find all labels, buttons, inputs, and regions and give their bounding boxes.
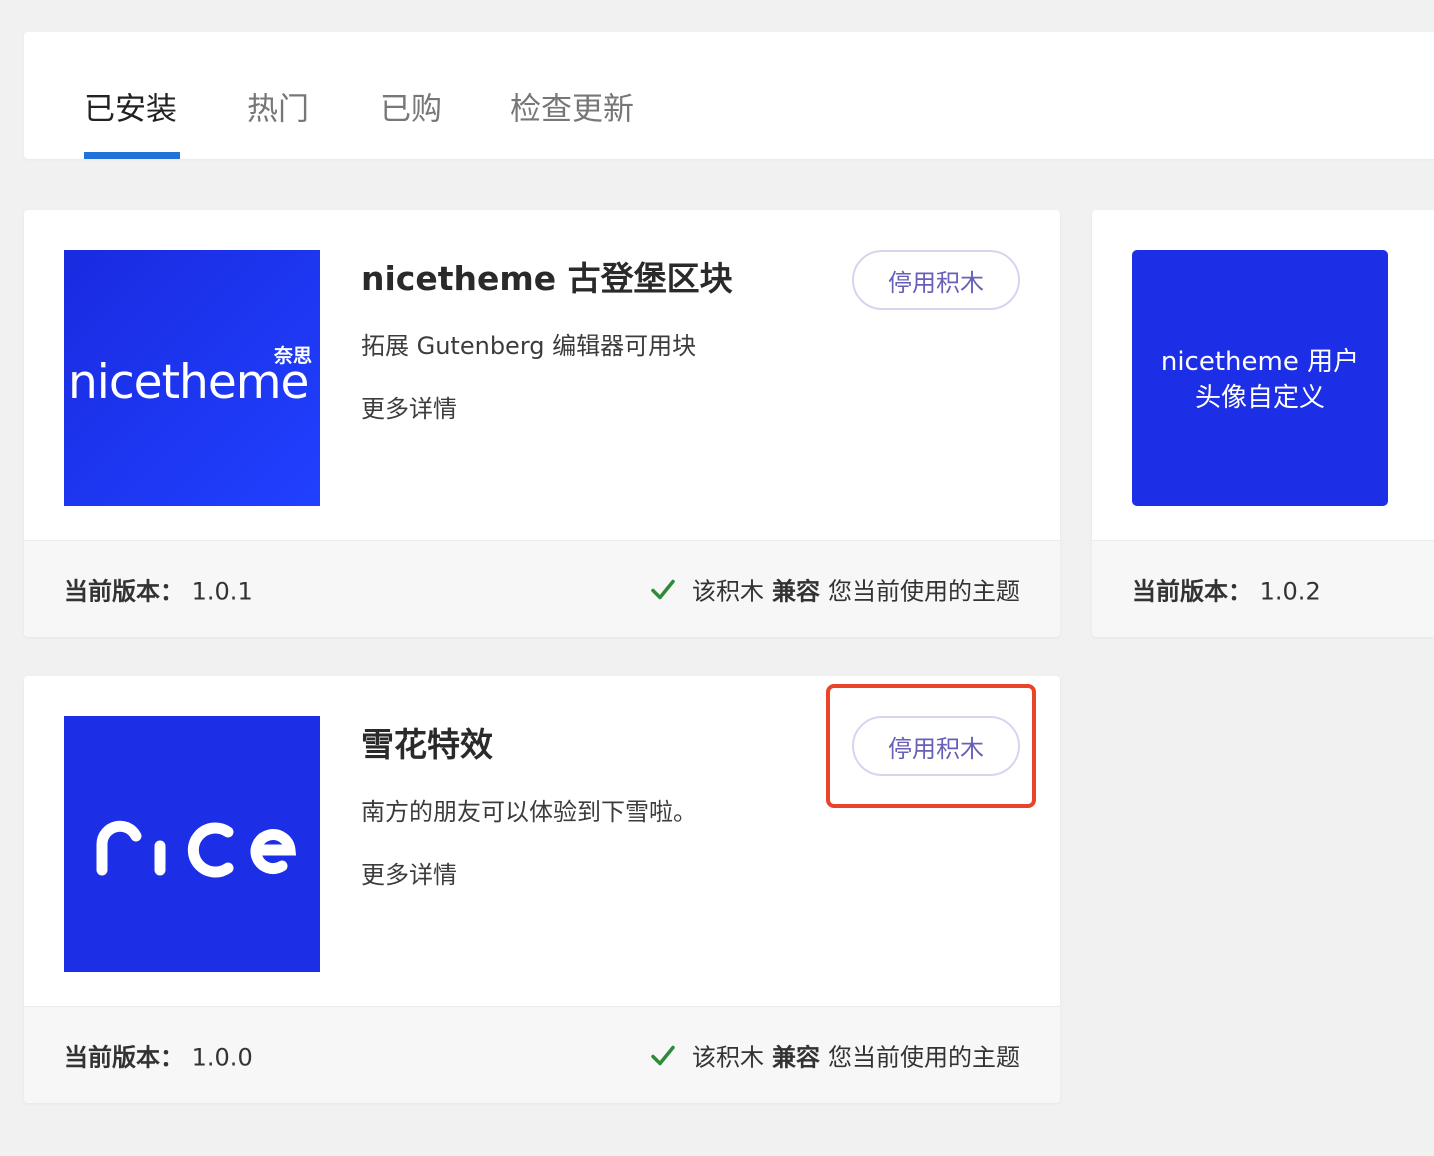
compat-suffix: 您当前使用的主题 (828, 1043, 1020, 1072)
version-label: 当前版本： (64, 577, 184, 606)
plugin-card-body: 雪花特效 南方的朋友可以体验到下雪啦。 更多详情 停用积木 (24, 676, 1060, 1006)
plugin-thumbnail[interactable]: nicetheme 用户 头像自定义 (1132, 250, 1388, 506)
version-label: 当前版本： (1132, 577, 1252, 606)
compat-prefix: 该积木 (692, 577, 764, 606)
deactivate-button[interactable]: 停用积木 (852, 716, 1020, 776)
plugin-description: 拓展 Gutenberg 编辑器可用块 (361, 332, 697, 360)
nicetheme-logo: nicetheme (68, 355, 309, 410)
compat-strong: 兼容 (772, 1043, 820, 1072)
plugin-description: 南方的朋友可以体验到下雪啦。 (361, 798, 697, 826)
version-info: 当前版本： 1.0.1 (64, 572, 253, 607)
version-info: 当前版本： 1.0.0 (64, 1038, 253, 1073)
compat-strong: 兼容 (772, 577, 820, 606)
caption-line: nicetheme 用户 (1160, 347, 1360, 377)
tab-purchased[interactable]: 已购 (380, 84, 442, 129)
more-details-link[interactable]: 更多详情 (361, 389, 457, 424)
plugin-card-body: 奈思 nicetheme nicetheme 古登堡区块 拓展 Gutenber… (24, 210, 1060, 540)
tab-popular[interactable]: 热门 (247, 84, 309, 129)
plugin-title: nicetheme 古登堡区块 (361, 259, 733, 298)
tab-check-updates[interactable]: 检查更新 (510, 84, 634, 129)
compat-suffix: 您当前使用的主题 (828, 577, 1020, 606)
active-tab-indicator (84, 152, 180, 159)
version-number: 1.0.0 (191, 1043, 253, 1072)
plugin-title: 雪花特效 (361, 725, 493, 764)
more-details-link[interactable]: 更多详情 (361, 855, 457, 890)
deactivate-button[interactable]: 停用积木 (852, 250, 1020, 310)
version-info: 当前版本： 1.0.2 (1132, 572, 1321, 607)
version-number: 1.0.2 (1259, 577, 1321, 606)
plugin-card: 雪花特效 南方的朋友可以体验到下雪啦。 更多详情 停用积木 当前版本： 1.0.… (24, 676, 1060, 1103)
version-number: 1.0.1 (191, 577, 253, 606)
plugin-card-footer: 当前版本： 1.0.2 (1092, 540, 1434, 637)
compatibility-status: 该积木 兼容 您当前使用的主题 (650, 1038, 1020, 1073)
check-icon (651, 1045, 675, 1065)
nice-logo-icon (96, 820, 297, 878)
plugin-thumbnail[interactable] (64, 716, 320, 972)
check-icon (651, 579, 675, 599)
caption-line: 头像自定义 (1194, 383, 1325, 413)
plugin-card: 奈思 nicetheme nicetheme 古登堡区块 拓展 Gutenber… (24, 210, 1060, 637)
tab-installed[interactable]: 已安装 (84, 84, 177, 129)
plugin-card-footer: 当前版本： 1.0.1 该积木 兼容 您当前使用的主题 (24, 540, 1060, 637)
plugin-thumbnail[interactable]: 奈思 nicetheme (64, 250, 320, 506)
version-label: 当前版本： (64, 1043, 184, 1072)
thumbnail-caption: nicetheme 用户 头像自定义 (1132, 344, 1388, 416)
plugin-card-body: nicetheme 用户 头像自定义 (1092, 210, 1434, 540)
compatibility-status: 该积木 兼容 您当前使用的主题 (650, 572, 1020, 607)
tab-bar: 已安装 热门 已购 检查更新 (24, 32, 1434, 159)
compat-prefix: 该积木 (692, 1043, 764, 1072)
plugin-card-footer: 当前版本： 1.0.0 该积木 兼容 您当前使用的主题 (24, 1006, 1060, 1103)
plugin-card: nicetheme 用户 头像自定义 当前版本： 1.0.2 (1092, 210, 1434, 637)
